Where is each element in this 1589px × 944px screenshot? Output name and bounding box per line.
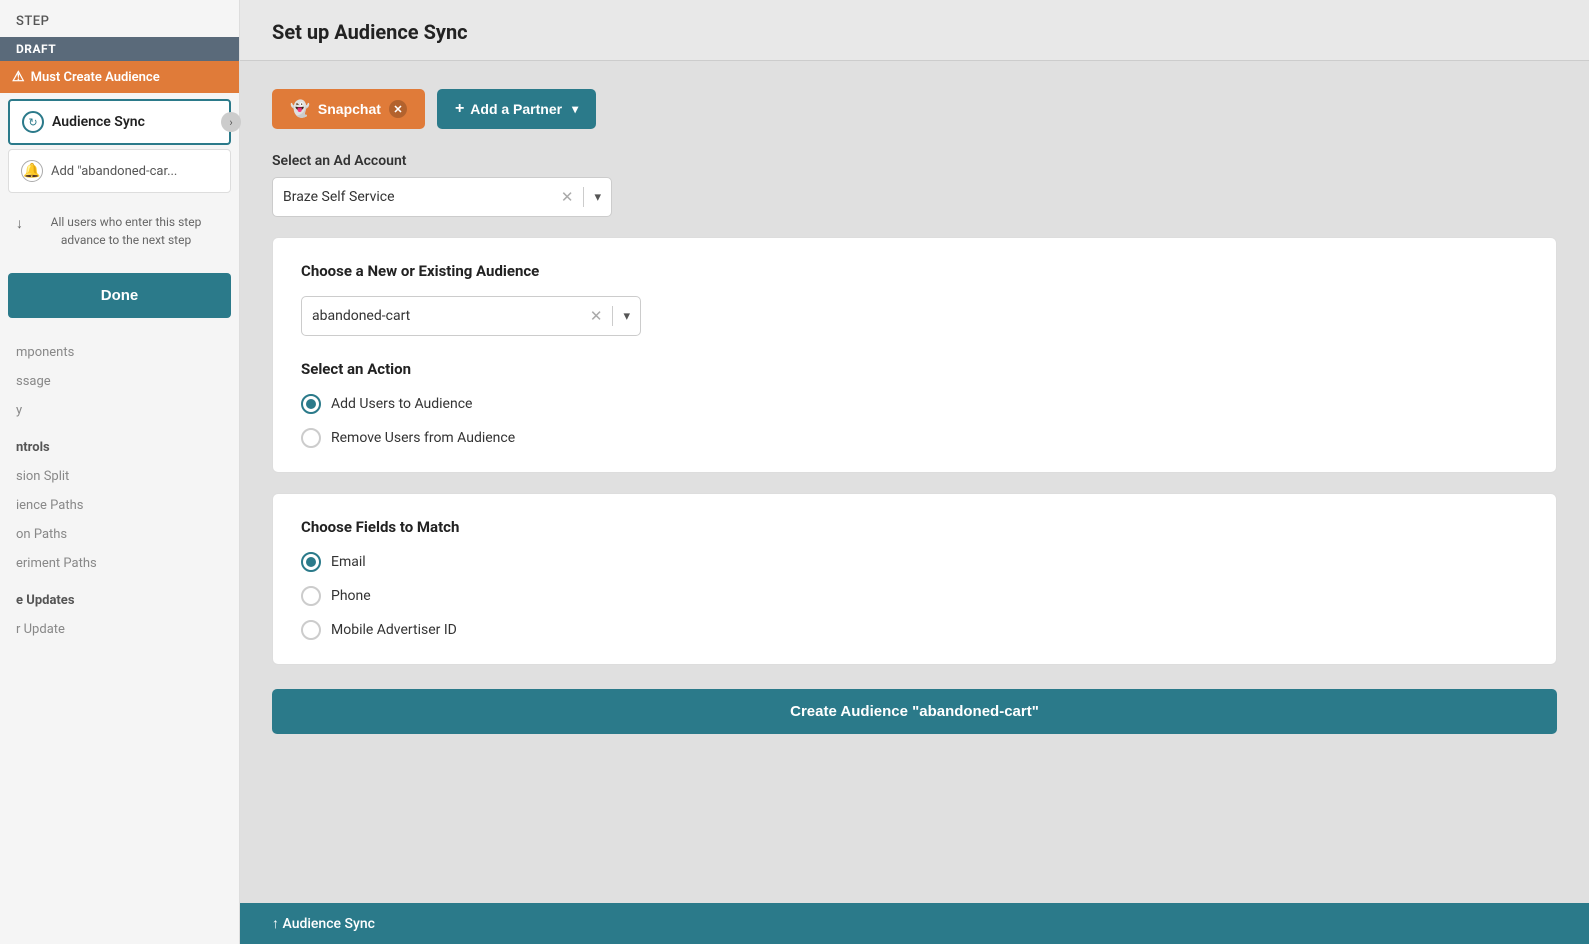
action-option-remove[interactable]: Remove Users from Audience — [301, 428, 1528, 448]
radio-phone-icon — [301, 586, 321, 606]
fields-section-title: Choose Fields to Match — [301, 518, 1528, 536]
divider — [583, 187, 584, 207]
arrow-down-icon: ↓ — [16, 214, 23, 235]
fields-radio-group: Email Phone Mobile Advertiser ID — [301, 552, 1528, 640]
radio-inner — [306, 557, 316, 567]
sidebar-item-controls[interactable]: ntrols — [16, 433, 223, 462]
audience-section-title: Choose a New or Existing Audience — [301, 262, 1528, 280]
add-step-item[interactable]: 🔔 Add "abandoned-car... — [8, 149, 231, 193]
sync-icon: ↻ — [22, 111, 44, 133]
field-phone-label: Phone — [331, 588, 371, 604]
partner-row: 👻 Snapchat ✕ + Add a Partner ▾ — [272, 89, 1557, 129]
divider — [612, 306, 613, 326]
advance-note-text: All users who enter this step advance to… — [29, 213, 223, 249]
sidebar-item-action-paths[interactable]: on Paths — [16, 520, 223, 549]
sidebar-item-components[interactable]: mponents — [16, 338, 223, 367]
radio-mobile-id-icon — [301, 620, 321, 640]
sidebar-item-decision-split[interactable]: sion Split — [16, 462, 223, 491]
ad-account-select[interactable]: Braze Self Service ✕ ▾ — [272, 177, 612, 217]
field-option-mobile-id[interactable]: Mobile Advertiser ID — [301, 620, 1528, 640]
sidebar-item-experiment-paths[interactable]: eriment Paths — [16, 549, 223, 578]
audience-sync-label: Audience Sync — [52, 114, 145, 130]
audience-sync-item[interactable]: ↻ Audience Sync › — [8, 99, 231, 145]
field-option-email[interactable]: Email — [301, 552, 1528, 572]
radio-email-icon — [301, 552, 321, 572]
field-mobile-id-label: Mobile Advertiser ID — [331, 622, 457, 638]
main-header: Set up Audience Sync — [240, 0, 1589, 61]
field-email-label: Email — [331, 554, 366, 570]
create-audience-button[interactable]: Create Audience "abandoned-cart" — [272, 689, 1557, 734]
action-section: Select an Action Add Users to Audience R… — [301, 360, 1528, 448]
radio-add-icon — [301, 394, 321, 414]
warning-icon: ⚠ — [12, 69, 25, 85]
audience-card: Choose a New or Existing Audience abando… — [272, 237, 1557, 473]
main-body: 👻 Snapchat ✕ + Add a Partner ▾ Select an… — [240, 61, 1589, 762]
must-create-banner: ⚠ Must Create Audience — [0, 61, 239, 93]
bottom-bar: ↑ Audience Sync — [240, 903, 1589, 944]
main-content: Set up Audience Sync 👻 Snapchat ✕ + Add … — [240, 0, 1589, 944]
fields-card: Choose Fields to Match Email Phone Mobil… — [272, 493, 1557, 665]
ad-account-section: Select an Ad Account Braze Self Service … — [272, 153, 1557, 217]
chevron-down-icon: ▾ — [572, 102, 578, 116]
audience-select[interactable]: abandoned-cart ✕ ▾ — [301, 296, 641, 336]
sidebar-item-y[interactable]: y — [16, 396, 223, 425]
done-button[interactable]: Done — [8, 273, 231, 318]
expand-arrow-icon[interactable]: › — [221, 112, 241, 132]
snapchat-icon: 👻 — [290, 99, 310, 119]
ad-account-label: Select an Ad Account — [272, 153, 1557, 169]
audience-clear-icon[interactable]: ✕ — [590, 307, 603, 325]
must-create-label: Must Create Audience — [31, 70, 160, 85]
action-radio-group: Add Users to Audience Remove Users from … — [301, 394, 1528, 448]
sidebar-item-user-update[interactable]: r Update — [16, 615, 223, 644]
sidebar-item-message[interactable]: ssage — [16, 367, 223, 396]
bell-icon: 🔔 — [21, 160, 43, 182]
action-remove-label: Remove Users from Audience — [331, 430, 515, 446]
radio-remove-icon — [301, 428, 321, 448]
page-title: Set up Audience Sync — [272, 20, 1557, 44]
add-partner-button[interactable]: + Add a Partner ▾ — [437, 89, 596, 129]
bottom-bar-label: ↑ Audience Sync — [272, 915, 375, 932]
step-label: Step — [0, 0, 239, 37]
audience-chevron-icon[interactable]: ▾ — [623, 309, 630, 324]
ad-account-chevron-icon[interactable]: ▾ — [594, 190, 601, 205]
add-partner-label: Add a Partner — [470, 101, 562, 117]
snapchat-label: Snapchat — [318, 101, 381, 117]
ad-account-value: Braze Self Service — [283, 189, 555, 205]
action-add-label: Add Users to Audience — [331, 396, 472, 412]
sidebar-item-updates[interactable]: e Updates — [16, 586, 223, 615]
radio-inner — [306, 399, 316, 409]
action-section-title: Select an Action — [301, 360, 1528, 378]
draft-badge: DRAFT — [0, 37, 239, 61]
add-step-label: Add "abandoned-car... — [51, 164, 177, 179]
plus-icon: + — [455, 100, 464, 118]
sidebar-item-audience-paths[interactable]: ience Paths — [16, 491, 223, 520]
sidebar-nav: mponents ssage y ntrols sion Split ience… — [0, 326, 239, 648]
snapchat-button[interactable]: 👻 Snapchat ✕ — [272, 89, 425, 129]
ad-account-clear-icon[interactable]: ✕ — [561, 188, 574, 206]
snapchat-close-icon[interactable]: ✕ — [389, 100, 407, 118]
action-option-add[interactable]: Add Users to Audience — [301, 394, 1528, 414]
field-option-phone[interactable]: Phone — [301, 586, 1528, 606]
audience-value: abandoned-cart — [312, 308, 584, 324]
sidebar: Step DRAFT ⚠ Must Create Audience ↻ Audi… — [0, 0, 240, 944]
advance-note: ↓ All users who enter this step advance … — [0, 197, 239, 265]
